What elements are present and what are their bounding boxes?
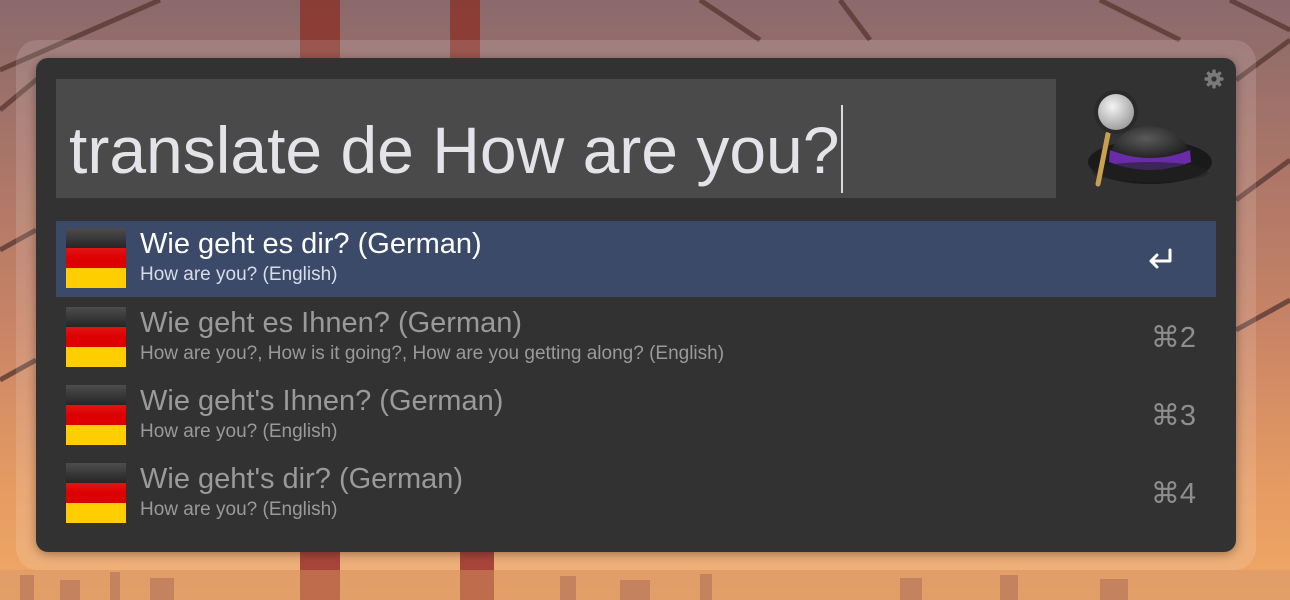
- keyboard-shortcut: ⌘3: [1150, 400, 1196, 432]
- search-query-text: translate de How are you?: [69, 105, 844, 193]
- text-caret: [841, 105, 844, 193]
- result-subtitle: How are you? (English): [140, 499, 338, 520]
- alfred-hat-icon: [1088, 90, 1212, 187]
- result-item-1[interactable]: Wie geht es dir? (German) How are you? (…: [56, 221, 1216, 297]
- result-title: Wie geht's dir? (German): [140, 463, 464, 495]
- german-flag-icon: [66, 385, 126, 445]
- result-item-3[interactable]: Wie geht's Ihnen? (German) How are you? …: [56, 377, 1216, 455]
- result-subtitle: How are you? (English): [140, 264, 338, 285]
- keyboard-shortcut: ⌘2: [1150, 322, 1196, 354]
- german-flag-icon: [66, 228, 126, 288]
- german-flag-icon: [66, 463, 126, 523]
- result-item-4[interactable]: Wie geht's dir? (German) How are you? (E…: [56, 455, 1216, 533]
- result-title: Wie geht es dir? (German): [140, 228, 482, 260]
- launcher-window: translate de How are you? Wie geht es di…: [36, 58, 1236, 552]
- return-key-icon: [1149, 248, 1172, 269]
- keyboard-shortcut: ⌘4: [1150, 478, 1196, 510]
- result-item-2[interactable]: Wie geht es Ihnen? (German) How are you?…: [56, 299, 1216, 377]
- result-title: Wie geht's Ihnen? (German): [140, 385, 504, 417]
- search-input[interactable]: translate de How are you?: [56, 79, 1056, 198]
- german-flag-icon: [66, 307, 126, 367]
- results-list: Wie geht es dir? (German) How are you? (…: [56, 221, 1216, 533]
- result-title: Wie geht es Ihnen? (German): [140, 307, 523, 339]
- result-subtitle: How are you?, How is it going?, How are …: [140, 343, 725, 364]
- search-query-value: translate de How are you?: [69, 113, 840, 187]
- result-subtitle: How are you? (English): [140, 421, 338, 442]
